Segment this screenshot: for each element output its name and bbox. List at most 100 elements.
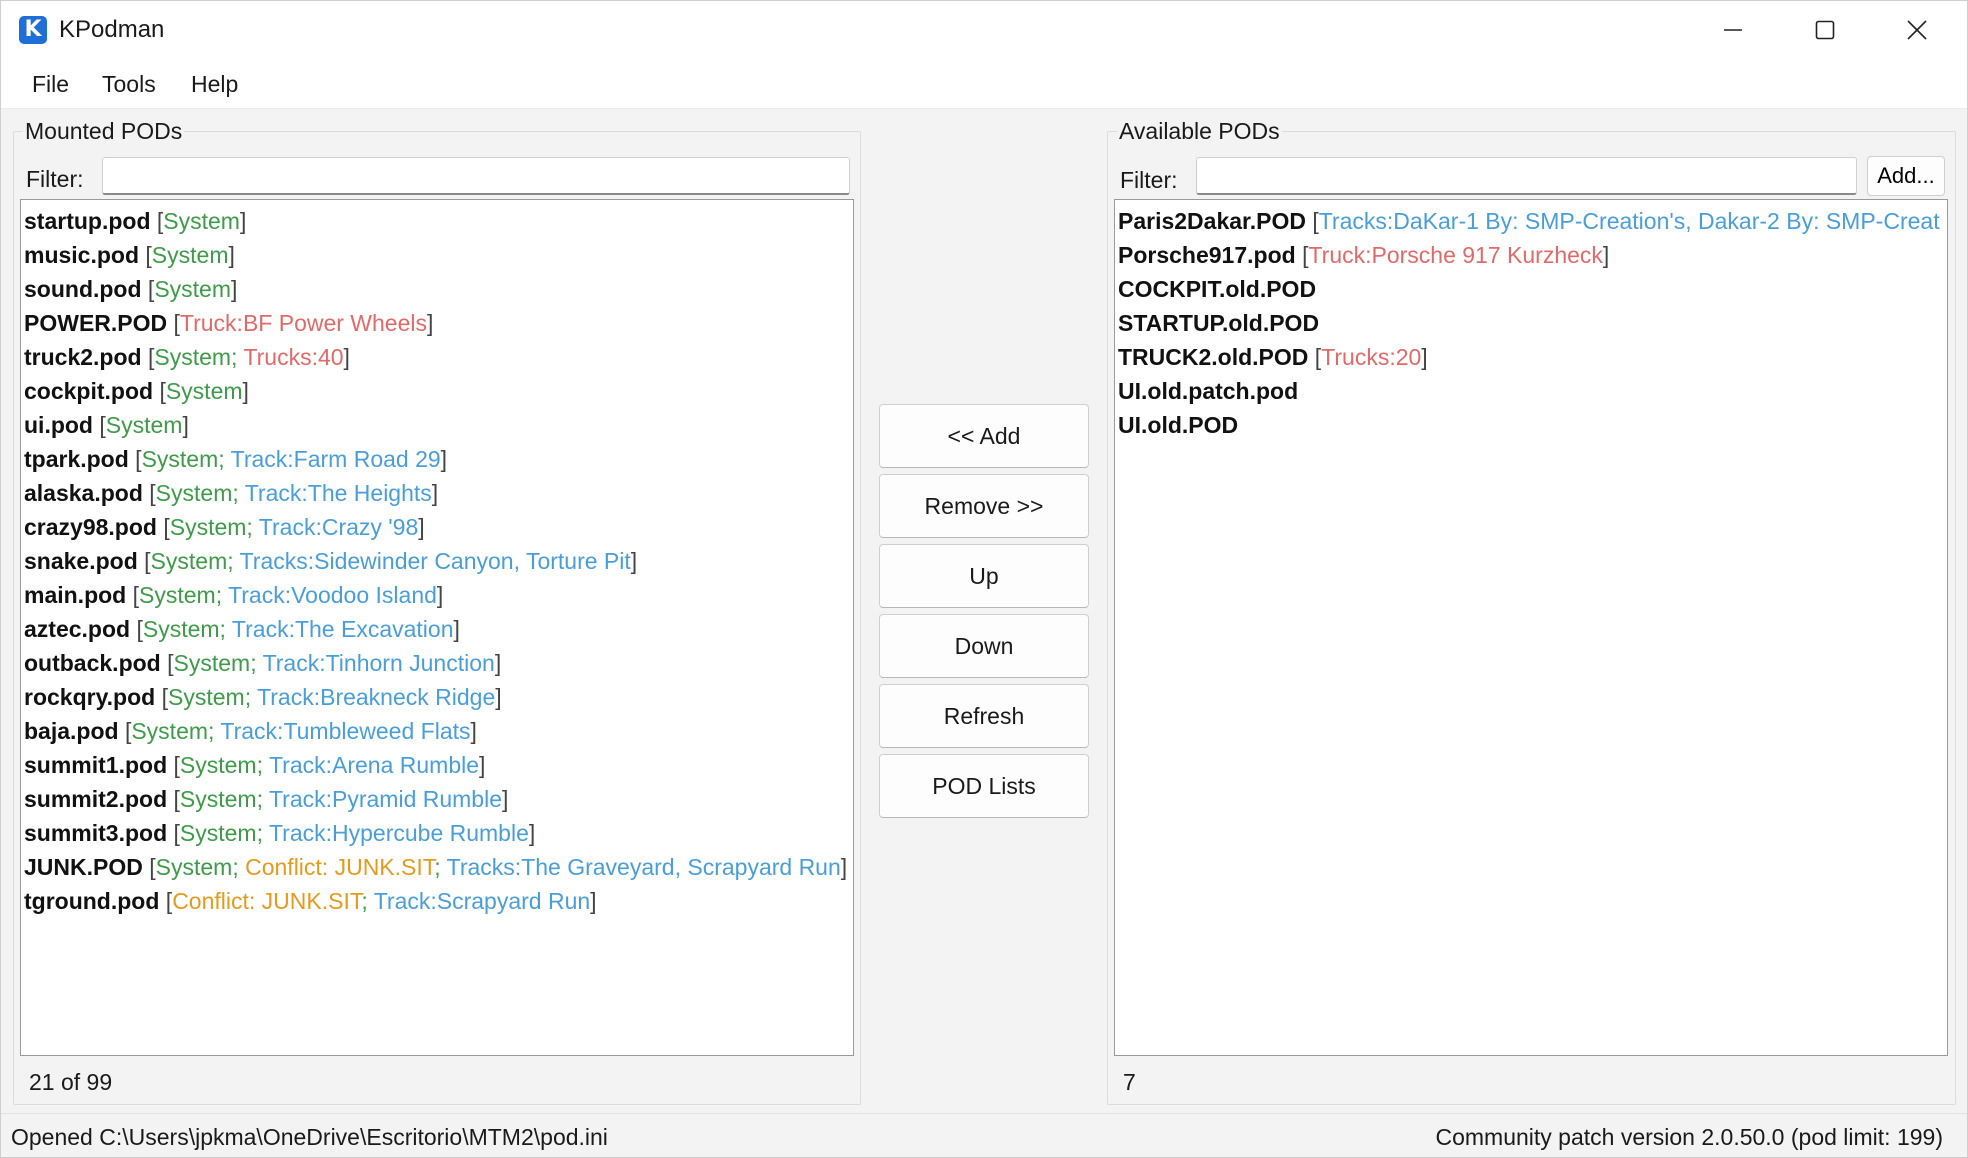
pod-tag-system: System: [131, 718, 209, 744]
pod-tag-truck: Truck:BF Power Wheels: [179, 310, 427, 336]
pod-tag-track: Track:Pyramid Rumble: [268, 786, 503, 812]
pod-filename: UI.old.patch.pod: [1118, 378, 1299, 404]
pod-filename: STARTUP.old.POD: [1118, 310, 1320, 336]
pod-filename: JUNK.POD: [24, 854, 143, 880]
pod-tag-system: System: [165, 378, 243, 404]
pod-list-item[interactable]: Paris2Dakar.POD [Tracks:DaKar-1 By: SMP-…: [1115, 204, 1947, 238]
pod-filename: startup.pod: [24, 208, 151, 234]
available-pods-list[interactable]: Paris2Dakar.POD [Tracks:DaKar-1 By: SMP-…: [1114, 199, 1948, 1056]
pod-list-item[interactable]: summit3.pod [System; Track:Hypercube Rum…: [21, 816, 853, 850]
pod-list-item[interactable]: startup.pod [System]: [21, 204, 853, 238]
pod-tag-system: System: [163, 208, 240, 234]
pod-filename: summit3.pod: [24, 820, 168, 846]
pod-filename: main.pod: [24, 582, 127, 608]
pod-tag-track: Tracks:The Graveyard, Scrapyard Run: [446, 854, 841, 880]
pod-tag-truck: Trucks:40: [243, 344, 344, 370]
status-version: Community patch version 2.0.50.0 (pod li…: [1435, 1124, 1943, 1150]
pod-list-item[interactable]: UI.old.patch.pod: [1115, 374, 1947, 408]
close-button[interactable]: [1871, 1, 1963, 59]
pod-filename: aztec.pod: [24, 616, 131, 642]
mounted-filter-input[interactable]: [102, 157, 850, 195]
pod-list-item[interactable]: UI.old.POD: [1115, 408, 1947, 442]
pod-list-item[interactable]: POWER.POD [Truck:BF Power Wheels]: [21, 306, 853, 340]
remove-button[interactable]: Remove >>: [879, 474, 1089, 538]
menu-bar: File Tools Help: [1, 59, 1967, 109]
pod-tag-track: Track:Hypercube Rumble: [268, 820, 529, 846]
pod-filename: cockpit.pod: [24, 378, 154, 404]
menu-tools[interactable]: Tools: [102, 71, 156, 97]
pod-filename: TRUCK2.old.POD: [1118, 344, 1309, 370]
mounted-pods-title: Mounted PODs: [23, 118, 185, 144]
pod-filename: Porsche917.pod: [1118, 242, 1296, 268]
refresh-button[interactable]: Refresh: [879, 684, 1089, 748]
pod-tag-system: System: [150, 548, 228, 574]
pod-list-item[interactable]: Porsche917.pod [Truck:Porsche 917 Kurzhe…: [1115, 238, 1947, 272]
pod-tag-system: System: [105, 412, 183, 438]
pod-tag-truck: Trucks:20: [1321, 344, 1422, 370]
pod-filename: Paris2Dakar.POD: [1118, 208, 1306, 234]
close-icon: [1907, 20, 1927, 40]
pod-list-item[interactable]: COCKPIT.old.POD: [1115, 272, 1947, 306]
title-bar: K KPodman: [1, 1, 1967, 59]
pod-lists-button[interactable]: POD Lists: [879, 754, 1089, 818]
pod-tag-system: System: [154, 344, 232, 370]
pod-list-item[interactable]: ui.pod [System]: [21, 408, 853, 442]
pod-tag-system: System: [168, 684, 245, 710]
pod-filename: baja.pod: [24, 718, 119, 744]
pod-tag-system: System: [155, 854, 233, 880]
menu-help[interactable]: Help: [191, 71, 238, 97]
pod-tag-system: System: [139, 582, 216, 608]
available-filter-input[interactable]: [1196, 157, 1857, 195]
pod-list-item[interactable]: summit1.pod [System; Track:Arena Rumble]: [21, 748, 853, 782]
pod-filename: tground.pod: [24, 888, 160, 914]
menu-file[interactable]: File: [32, 71, 69, 97]
minimize-button[interactable]: [1687, 1, 1779, 59]
pod-tag-system: System: [154, 276, 231, 302]
pod-tag-track: Track:The Heights: [244, 480, 432, 506]
pod-list-item[interactable]: tground.pod [Conflict: JUNK.SIT; Track:S…: [21, 884, 853, 918]
available-pods-title: Available PODs: [1117, 118, 1282, 144]
up-button[interactable]: Up: [879, 544, 1089, 608]
pod-tag-system: System: [141, 446, 219, 472]
pod-list-item[interactable]: aztec.pod [System; Track:The Excavation]: [21, 612, 853, 646]
down-button[interactable]: Down: [879, 614, 1089, 678]
pod-filename: alaska.pod: [24, 480, 143, 506]
add-pod-file-button[interactable]: Add...: [1867, 156, 1945, 196]
pod-tag-truck: Truck:Porsche 917 Kurzheck: [1308, 242, 1603, 268]
pod-tag-conflict: Conflict: JUNK.SIT: [172, 888, 362, 914]
pod-list-item[interactable]: STARTUP.old.POD: [1115, 306, 1947, 340]
pod-list-item[interactable]: baja.pod [System; Track:Tumbleweed Flats…: [21, 714, 853, 748]
mounted-filter-label: Filter:: [26, 166, 84, 192]
pod-tag-track: Track:Tumbleweed Flats: [220, 718, 471, 744]
pod-list-item[interactable]: summit2.pod [System; Track:Pyramid Rumbl…: [21, 782, 853, 816]
pod-filename: COCKPIT.old.POD: [1118, 276, 1317, 302]
pod-list-item[interactable]: cockpit.pod [System]: [21, 374, 853, 408]
minimize-icon: [1724, 29, 1742, 31]
pod-list-item[interactable]: truck2.pod [System; Trucks:40]: [21, 340, 853, 374]
pod-list-item[interactable]: sound.pod [System]: [21, 272, 853, 306]
mounted-pods-list[interactable]: startup.pod [System] music.pod [System] so…: [20, 199, 854, 1056]
available-filter-label: Filter:: [1120, 167, 1178, 193]
pod-list-item[interactable]: alaska.pod [System; Track:The Heights]: [21, 476, 853, 510]
pod-list-item[interactable]: tpark.pod [System; Track:Farm Road 29]: [21, 442, 853, 476]
window-title: KPodman: [59, 16, 165, 43]
pod-list-item[interactable]: JUNK.POD [System; Conflict: JUNK.SIT; Tr…: [21, 850, 853, 884]
status-bar: Opened C:\Users\jpkma\OneDrive\Escritori…: [1, 1113, 1967, 1157]
pod-tag-track: Track:Farm Road 29: [230, 446, 441, 472]
pod-list-item[interactable]: music.pod [System]: [21, 238, 853, 272]
pod-filename: POWER.POD: [24, 310, 168, 336]
pod-list-item[interactable]: main.pod [System; Track:Voodoo Island]: [21, 578, 853, 612]
maximize-icon: [1815, 20, 1835, 40]
pod-list-item[interactable]: rockqry.pod [System; Track:Breakneck Rid…: [21, 680, 853, 714]
pod-tag-track: Track:Voodoo Island: [228, 582, 437, 608]
pod-tag-system: System: [151, 242, 229, 268]
pod-tag-system: System: [173, 650, 251, 676]
pod-filename: music.pod: [24, 242, 140, 268]
pod-list-item[interactable]: crazy98.pod [System; Track:Crazy '98]: [21, 510, 853, 544]
pod-list-item[interactable]: TRUCK2.old.POD [Trucks:20]: [1115, 340, 1947, 374]
pod-list-item[interactable]: outback.pod [System; Track:Tinhorn Junct…: [21, 646, 853, 680]
pod-tag-track: Track:Crazy '98: [258, 514, 419, 540]
maximize-button[interactable]: [1779, 1, 1871, 59]
pod-list-item[interactable]: snake.pod [System; Tracks:Sidewinder Can…: [21, 544, 853, 578]
add-button[interactable]: << Add: [879, 404, 1089, 468]
